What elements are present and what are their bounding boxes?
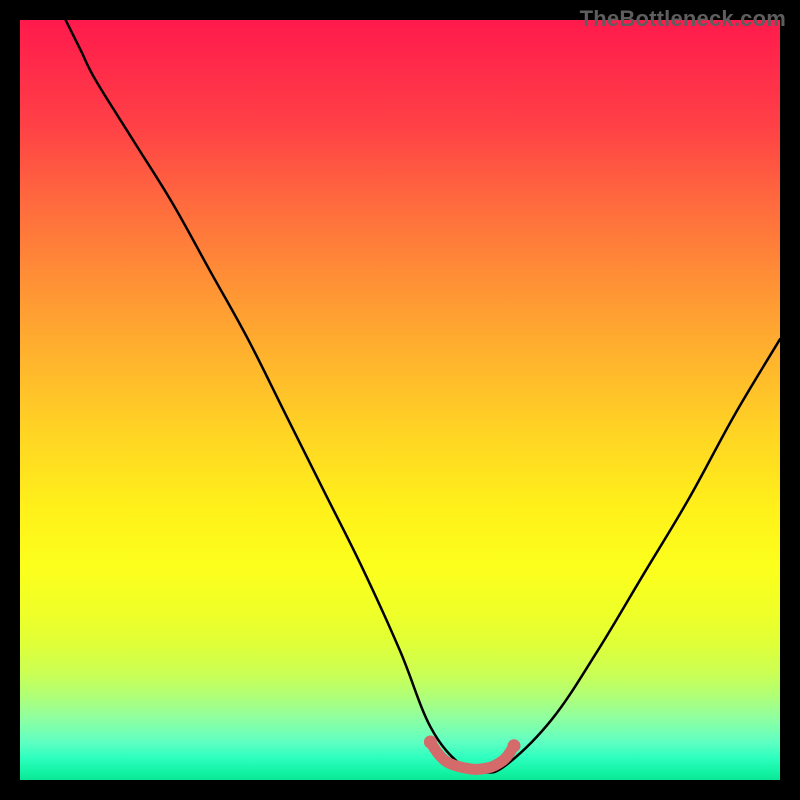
- band-dot-right: [508, 739, 521, 752]
- watermark-text: TheBottleneck.com: [580, 6, 786, 32]
- plot-area: [20, 20, 780, 780]
- chart-frame: TheBottleneck.com: [0, 0, 800, 800]
- bottleneck-curve: [66, 20, 780, 773]
- curve-layer: [20, 20, 780, 780]
- band-dot-left: [424, 736, 437, 749]
